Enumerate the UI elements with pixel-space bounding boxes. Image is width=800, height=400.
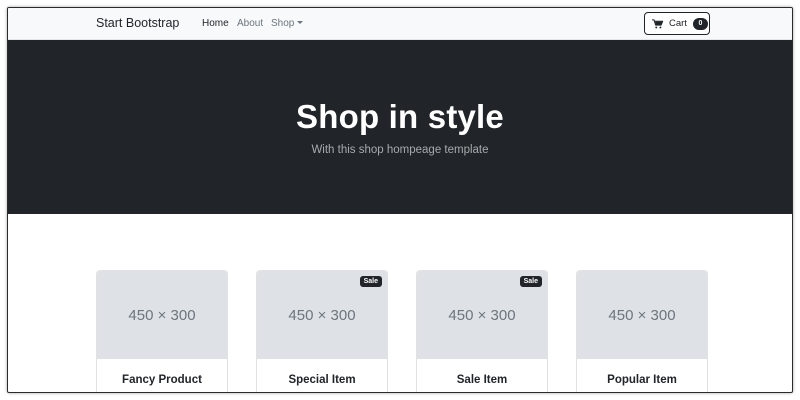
product-card[interactable]: 450 × 300 Popular Item — [576, 270, 708, 392]
hero-header: Shop in style With this shop hompeage te… — [8, 40, 792, 214]
cart-label: Cart — [669, 18, 687, 29]
product-image-placeholder: 450 × 300 — [577, 271, 707, 359]
product-name: Special Item — [288, 374, 356, 386]
product-card[interactable]: Sale 450 × 300 Sale Item — [416, 270, 548, 392]
product-name: Popular Item — [607, 374, 677, 386]
product-image-placeholder: Sale 450 × 300 — [257, 271, 387, 359]
image-size-label: 450 × 300 — [128, 306, 196, 324]
sale-badge: Sale — [359, 276, 382, 287]
cart-icon — [652, 18, 663, 28]
cart-count-badge: 0 — [692, 17, 708, 30]
product-image-placeholder: 450 × 300 — [97, 271, 227, 359]
image-size-label: 450 × 300 — [448, 306, 516, 324]
caret-down-icon — [297, 21, 304, 24]
nav-shop-dropdown[interactable]: Shop — [271, 18, 304, 29]
product-name: Fancy Product — [122, 374, 202, 386]
product-name: Sale Item — [456, 374, 508, 386]
nav-home-link[interactable]: Home — [202, 18, 229, 29]
hero-title: Shop in style — [296, 98, 504, 135]
navbar: Start Bootstrap Home About Shop Cart 0 — [8, 8, 792, 40]
nav-about-link[interactable]: About — [237, 18, 263, 29]
sale-badge: Sale — [519, 276, 542, 287]
product-image-placeholder: Sale 450 × 300 — [417, 271, 547, 359]
product-card[interactable]: 450 × 300 Fancy Product — [96, 270, 228, 392]
image-size-label: 450 × 300 — [608, 306, 676, 324]
browser-viewport: Start Bootstrap Home About Shop Cart 0 S… — [7, 7, 793, 393]
product-card[interactable]: Sale 450 × 300 Special Item — [256, 270, 388, 392]
nav-shop-label: Shop — [271, 18, 295, 29]
brand-link[interactable]: Start Bootstrap — [96, 16, 179, 30]
cart-button[interactable]: Cart 0 — [644, 12, 710, 35]
hero-subtitle: With this shop hompeage template — [311, 144, 489, 156]
image-size-label: 450 × 300 — [288, 306, 356, 324]
